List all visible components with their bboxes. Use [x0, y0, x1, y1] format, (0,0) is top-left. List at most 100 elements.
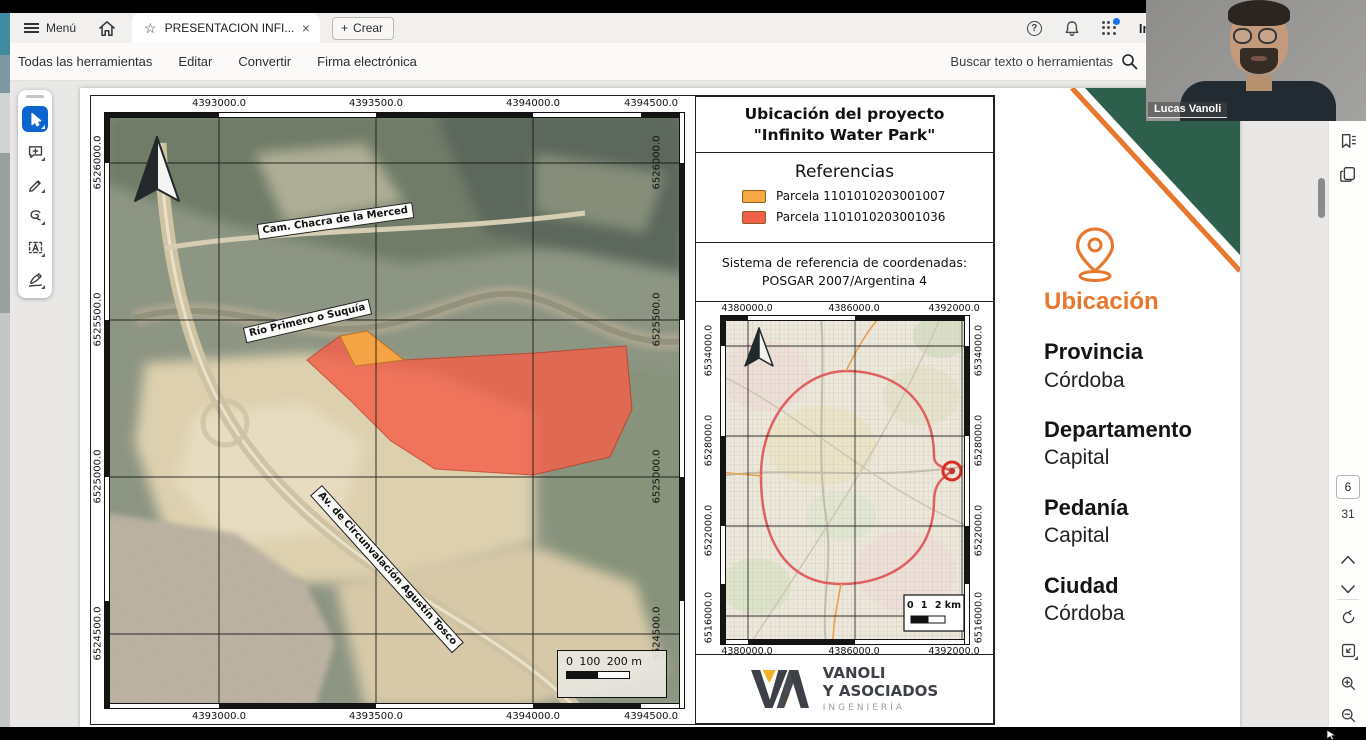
presenter-name-tag: Lucas Vanoli	[1148, 102, 1227, 118]
tab-esign[interactable]: Firma electrónica	[317, 54, 417, 69]
legend-item: Parcela 1101010203001007	[742, 189, 993, 203]
inset-scale-2: 2 km	[935, 600, 961, 611]
satellite-imagery	[105, 113, 683, 707]
search-control[interactable]: Buscar texto o herramientas	[950, 53, 1138, 70]
y-tick: 6526000.0	[652, 128, 663, 198]
references-title: Referencias	[696, 162, 993, 182]
fit-page-button[interactable]	[1338, 640, 1358, 660]
previous-page-button[interactable]	[1338, 549, 1358, 569]
scale-100: 100	[579, 655, 600, 668]
info-field: Pedanía Capital	[1044, 494, 1244, 550]
select-tool-button[interactable]	[22, 106, 48, 132]
inset-scale-0: 0	[907, 600, 914, 611]
current-page-input[interactable]: 6	[1336, 475, 1360, 499]
inset-y-tick: 6522000.0	[974, 496, 985, 566]
y-tick: 6525500.0	[93, 285, 104, 355]
info-field: Departamento Capital	[1044, 416, 1244, 472]
comment-tool-button[interactable]	[22, 138, 48, 164]
background-window-edge	[0, 13, 10, 727]
notifications-icon[interactable]	[1064, 20, 1080, 37]
inset-y-tick: 6522000.0	[704, 496, 715, 566]
document-tab[interactable]: ☆ PRESENTACION INFI... ×	[132, 13, 320, 43]
page-thumbnails-button[interactable]	[1338, 164, 1358, 184]
y-tick: 6524500.0	[93, 599, 104, 669]
field-label: Pedanía	[1044, 494, 1244, 523]
star-icon[interactable]: ☆	[144, 20, 157, 37]
inset-y-tick: 6516000.0	[704, 583, 715, 653]
map-frame-bottom	[105, 703, 684, 708]
rotate-page-button[interactable]	[1338, 607, 1358, 627]
inset-map-box: 0 1 2 km 4380000.0 4386000.0 4392000.0 4…	[695, 301, 994, 655]
presenter-neck	[1246, 75, 1272, 91]
tab-all-tools[interactable]: Todas las herramientas	[18, 54, 152, 69]
x-tick: 4393000.0	[184, 711, 254, 722]
lasso-tool-button[interactable]	[22, 202, 48, 228]
next-page-button[interactable]	[1338, 579, 1358, 599]
close-icon[interactable]: ×	[302, 20, 310, 36]
submenu-caret	[41, 157, 45, 161]
scale-bar-segments	[566, 671, 630, 679]
map-frame-top	[105, 113, 684, 118]
scale-200: 200 m	[607, 655, 642, 668]
x-tick: 4393500.0	[341, 98, 411, 109]
legend-label: Parcela 1101010203001007	[776, 189, 945, 203]
company-logo-box: VANOLI Y ASOCIADOS INGENIERÍA	[695, 654, 994, 724]
zoom-in-icon	[1340, 675, 1357, 692]
hamburger-icon	[24, 23, 39, 34]
x-tick: 4393500.0	[341, 711, 411, 722]
search-label: Buscar texto o herramientas	[950, 54, 1113, 69]
zoom-out-button[interactable]	[1338, 705, 1358, 725]
tab-edit[interactable]: Editar	[178, 54, 212, 69]
zoom-in-button[interactable]	[1338, 673, 1358, 693]
y-tick: 6525000.0	[93, 442, 104, 512]
logo-line2: Y ASOCIADOS	[823, 683, 938, 700]
help-icon[interactable]: ?	[1027, 21, 1042, 36]
sign-tool-button[interactable]	[22, 266, 48, 292]
info-field: Ciudad Córdoba	[1044, 572, 1244, 628]
legend-label: Parcela 1101010203001036	[776, 210, 945, 224]
mouse-cursor	[1326, 729, 1338, 740]
logo-line3: INGENIERÍA	[823, 703, 938, 713]
legend-swatch-red	[742, 211, 766, 224]
tab-convert[interactable]: Convertir	[238, 54, 291, 69]
menu-label: Menú	[46, 21, 76, 35]
crs-line2: POSGAR 2007/Argentina 4	[696, 272, 993, 290]
inset-x-tick: 4392000.0	[919, 303, 989, 314]
home-button[interactable]	[98, 20, 116, 37]
x-tick: 4394000.0	[498, 711, 568, 722]
info-field: Provincia Córdoba	[1044, 338, 1244, 394]
logo-line1: VANOLI	[823, 665, 938, 682]
bookmarks-panel-button[interactable]	[1338, 131, 1358, 151]
submenu-caret	[41, 189, 45, 193]
references-box: Referencias Parcela 1101010203001007 Par…	[695, 152, 994, 243]
location-info-panel: Ubicación Provincia Córdoba Departamento…	[1044, 226, 1244, 628]
scale-bar: 0 100 200 m	[557, 650, 667, 698]
main-satellite-map: Cam. Chacra de la Merced Río Primero o S…	[104, 112, 685, 709]
x-tick: 4394500.0	[616, 98, 686, 109]
crs-box: Sistema de referencia de coordenadas: PO…	[695, 242, 994, 302]
inset-y-tick: 6528000.0	[704, 406, 715, 476]
create-button[interactable]: + Crear	[332, 17, 394, 40]
legend-item: Parcela 1101010203001036	[742, 210, 993, 224]
submenu-caret	[41, 221, 45, 225]
map-figure: Cam. Chacra de la Merced Río Primero o S…	[90, 95, 995, 725]
inset-y-tick: 6534000.0	[974, 316, 985, 386]
quick-tools-panel	[18, 90, 52, 298]
crs-line1: Sistema de referencia de coordenadas:	[696, 254, 993, 272]
vertical-scrollbar[interactable]	[1318, 178, 1325, 218]
pages-icon	[1339, 165, 1357, 183]
bottom-black-bar	[0, 727, 1366, 740]
field-value: Capital	[1044, 522, 1244, 549]
inset-y-tick: 6528000.0	[974, 406, 985, 476]
figure-title-box: Ubicación del proyecto "Infinito Water P…	[695, 96, 994, 153]
draw-tool-button[interactable]	[22, 170, 48, 196]
chevron-up-icon	[1341, 555, 1355, 564]
field-value: Capital	[1044, 444, 1244, 471]
company-name: VANOLI Y ASOCIADOS INGENIERÍA	[823, 665, 938, 713]
zoom-out-icon	[1340, 707, 1357, 724]
drag-handle[interactable]	[26, 95, 44, 98]
menu-button[interactable]: Menú	[24, 21, 76, 35]
text-select-tool-button[interactable]	[22, 234, 48, 260]
apps-grid-icon[interactable]	[1102, 21, 1117, 36]
x-tick: 4394500.0	[616, 711, 686, 722]
